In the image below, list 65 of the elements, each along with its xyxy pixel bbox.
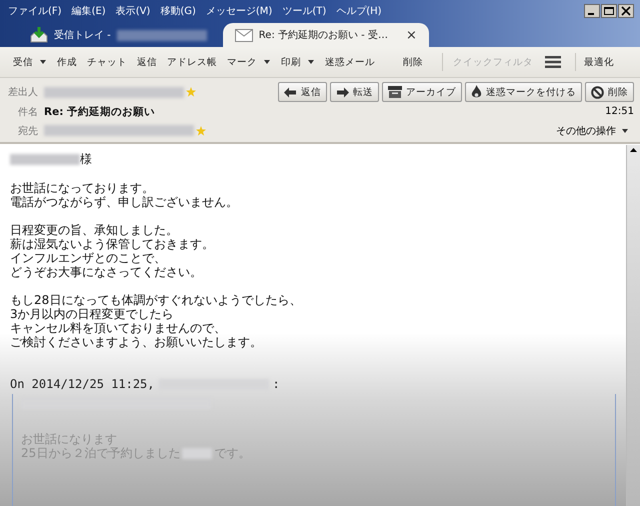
inbox-download-icon [30,27,48,43]
message-paragraph: 日程変更の旨、承知しました。 薪は湿気ないよう保管しておきます。 インフルエンザとのことで、 どうぞお大事になさってください。 [10,223,215,279]
tab[interactable]: 受信トレイ - [18,23,219,47]
star-icon[interactable] [186,87,196,97]
quoted-line: お世話になります [21,432,118,446]
menu-item[interactable]: ファイル(F) [8,4,62,18]
quote-header-text: On 2014/12/25 11:25, [10,377,154,391]
toolbar-button[interactable]: マーク [222,56,262,68]
menu-item[interactable]: 移動(G) [160,4,196,18]
scrollbar[interactable] [626,145,640,506]
message-time: 12:51 [605,106,634,117]
salutation-text: 様 [80,152,92,166]
message-paragraph: お世話になっております。 電話がつながらず、申し訳ございません。 [10,181,239,209]
header-action-button[interactable]: 転送 [330,82,379,102]
quote-header-colon: : [272,377,280,391]
tab-label: Re: 予約延期のお願い - 受… [258,28,388,42]
tab-label: 受信トレイ - [54,28,111,42]
button-label: 返信 [301,86,321,98]
toolbar-button[interactable]: 返信 [132,56,162,68]
caret-icon[interactable] [622,128,628,132]
archive-box-icon [388,86,402,98]
tab-close-button[interactable]: × [406,28,417,42]
redacted-text [182,448,212,458]
reply-arrow-icon [284,86,297,98]
toolbar-button[interactable]: アドレス帳 [162,56,222,68]
header-action-button[interactable]: アーカイブ [382,82,462,102]
button-label: 迷惑マークを付ける [486,86,576,98]
forward-arrow-icon [336,86,349,98]
maximize-icon[interactable] [601,4,617,18]
redacted-name [10,154,80,164]
to-label: 宛先 [17,124,38,138]
subject-label: 件名 [17,106,38,118]
minimize-icon[interactable] [584,4,600,18]
message-paragraph: もし28日になっても体調がすぐれないようでしたら、 3か月以内の日程変更でしたら キャンセル料を頂いておりませんので、 ご検討くださいますよう、お願いいたします。 [10,293,302,349]
star-icon[interactable] [196,126,206,136]
close-icon[interactable] [618,4,634,18]
toolbar-button[interactable]: 迷惑メール [320,56,380,68]
from-label: 差出人 [8,86,38,99]
menu-item[interactable]: 編集(E) [72,4,106,18]
caret-icon[interactable] [308,60,314,64]
header-action-button[interactable]: 迷惑マークを付ける [465,82,582,102]
menu-icon[interactable] [545,56,561,68]
menu-item[interactable]: ツール(T) [282,4,326,18]
menu-item[interactable]: メッセージ(M) [206,4,272,18]
optimize-button[interactable]: 最適化 [584,56,614,68]
button-label: 転送 [353,86,373,98]
menu-item[interactable]: ヘルプ(H) [336,4,382,18]
toolbar-button[interactable]: 受信 [8,56,38,68]
header-action-button[interactable]: 削除 [585,82,634,102]
no-entry-icon [591,86,604,98]
toolbar-button[interactable]: 削除 [398,56,428,68]
caret-icon[interactable] [264,60,270,64]
menu-item[interactable]: 表示(V) [116,4,150,18]
toolbar-button[interactable]: チャット [82,56,132,68]
toolbar-button[interactable]: 作成 [52,56,82,68]
button-label: 削除 [608,86,628,98]
tab[interactable]: Re: 予約延期のお願い - 受… × [222,23,429,47]
envelope-icon [234,28,253,42]
toolbar-button[interactable]: 印刷 [276,56,306,68]
header-action-button[interactable]: 返信 [278,82,327,102]
caret-icon[interactable] [40,60,46,64]
button-label: アーカイブ [406,86,456,98]
subject-text: Re: 予約延期のお願い [44,104,156,118]
flame-icon [471,85,482,99]
more-actions-button[interactable]: その他の操作 [556,124,616,138]
